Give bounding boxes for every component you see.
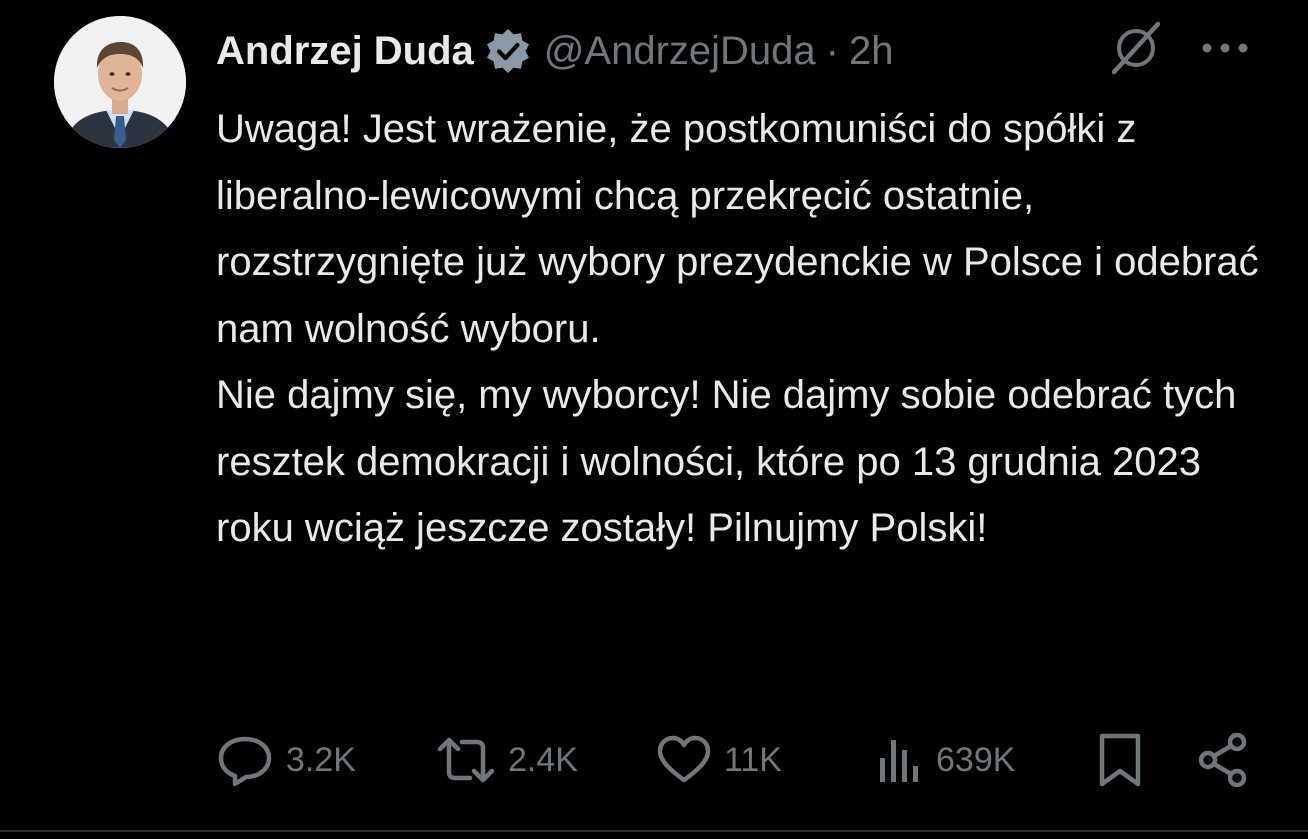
bookmark-button[interactable]: [1096, 728, 1144, 792]
avatar-image: [54, 16, 186, 148]
views-count: 639K: [936, 740, 1016, 779]
tweet-header: Andrzej Duda @AndrzejDuda · 2h: [216, 22, 893, 80]
views-icon: [880, 740, 918, 782]
reply-count: 3.2K: [286, 740, 356, 779]
like-count: 11K: [724, 740, 782, 779]
tweet-paragraph: Uwaga! Jest wrażenie, że postkomuniści d…: [216, 107, 1259, 351]
views-button[interactable]: 639K: [876, 728, 1015, 792]
grok-icon[interactable]: [1106, 18, 1166, 78]
share-button[interactable]: [1196, 728, 1250, 792]
tweet-top-actions: [1100, 18, 1260, 80]
reply-icon: [218, 736, 272, 786]
more-icon[interactable]: [1200, 40, 1250, 56]
tweet-actions: 3.2K 2.4K 11K 639K: [216, 728, 1256, 792]
tweet-divider: [0, 830, 1308, 832]
author-handle[interactable]: @AndrzejDuda: [544, 29, 816, 74]
repost-count: 2.4K: [508, 740, 578, 779]
like-icon: [657, 735, 711, 783]
meta-separator: ·: [825, 28, 839, 73]
author-name[interactable]: Andrzej Duda: [216, 29, 474, 74]
tweet-text: Uwaga! Jest wrażenie, że postkomuniści d…: [216, 96, 1286, 562]
like-button[interactable]: 11K: [656, 728, 782, 792]
verified-badge-icon[interactable]: [484, 27, 532, 75]
tweet-timestamp[interactable]: 2h: [849, 29, 894, 74]
avatar[interactable]: [54, 16, 186, 148]
bookmark-icon: [1099, 733, 1141, 787]
repost-icon: [437, 737, 495, 783]
share-icon: [1198, 732, 1247, 788]
repost-button[interactable]: 2.4K: [436, 728, 578, 792]
tweet-paragraph: Nie dajmy się, my wyborcy! Nie dajmy sob…: [216, 373, 1237, 550]
tweet[interactable]: Andrzej Duda @AndrzejDuda · 2h Uwaga! Je…: [0, 0, 1308, 839]
reply-button[interactable]: 3.2K: [216, 728, 356, 792]
